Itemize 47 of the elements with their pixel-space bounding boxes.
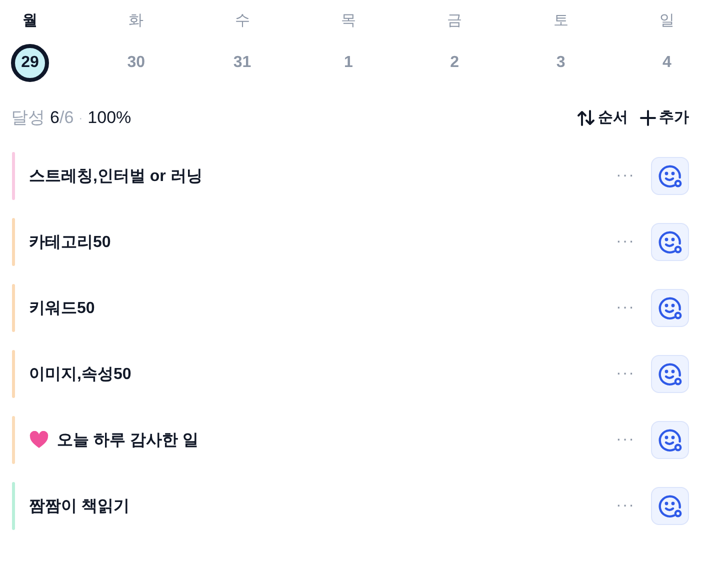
add-button[interactable]: 추가 <box>640 108 689 127</box>
completion-percent: 100% <box>88 108 132 128</box>
date-button[interactable]: 4 <box>648 44 686 82</box>
weekday-label: 금 <box>447 11 462 31</box>
smiley-icon <box>657 361 683 387</box>
separator-dot: · <box>78 110 83 124</box>
date-button[interactable]: 30 <box>117 44 156 82</box>
date-button[interactable]: 29 <box>11 44 49 82</box>
habit-title: 카테고리50 <box>29 232 111 252</box>
smiley-icon <box>657 229 683 255</box>
more-button[interactable]: ··· <box>616 167 635 185</box>
date-button[interactable]: 2 <box>436 44 474 82</box>
sort-arrows-icon <box>577 110 595 126</box>
plus-icon <box>640 110 656 126</box>
more-button[interactable]: ··· <box>616 233 635 251</box>
habit-title: 오늘 하루 감사한 일 <box>57 430 198 450</box>
smiley-icon <box>657 493 683 519</box>
completion-count: 6/6 <box>50 108 74 128</box>
reaction-button[interactable] <box>651 421 689 459</box>
reaction-button[interactable] <box>651 223 689 261</box>
reaction-button[interactable] <box>651 487 689 525</box>
smiley-icon <box>657 295 683 321</box>
more-button[interactable]: ··· <box>616 497 635 515</box>
heart-icon <box>29 431 49 449</box>
weekday-label: 수 <box>234 11 250 31</box>
more-button[interactable]: ··· <box>616 299 635 317</box>
habit-title: 스트레칭,인터벌 or 러닝 <box>29 166 202 186</box>
reaction-button[interactable] <box>651 355 689 393</box>
reaction-button[interactable] <box>651 289 689 327</box>
reaction-button[interactable] <box>651 157 689 195</box>
smiley-icon <box>657 163 683 189</box>
more-button[interactable]: ··· <box>616 365 635 383</box>
weekday-label: 토 <box>553 11 568 31</box>
date-button[interactable]: 3 <box>542 44 580 82</box>
weekday-label: 목 <box>340 11 356 31</box>
habit-title: 짬짬이 책읽기 <box>29 496 130 516</box>
weekday-label: 월 <box>22 11 38 31</box>
habit-title: 키워드50 <box>29 298 95 318</box>
date-button[interactable]: 1 <box>329 44 368 82</box>
summary-label: 달성 <box>11 107 45 129</box>
more-button[interactable]: ··· <box>616 431 635 449</box>
date-button[interactable]: 31 <box>223 44 262 82</box>
weekday-label: 일 <box>659 11 674 31</box>
habit-title: 이미지,속성50 <box>29 364 132 384</box>
weekday-label: 화 <box>128 11 144 31</box>
smiley-icon <box>657 427 683 453</box>
sort-button[interactable]: 순서 <box>577 108 628 127</box>
